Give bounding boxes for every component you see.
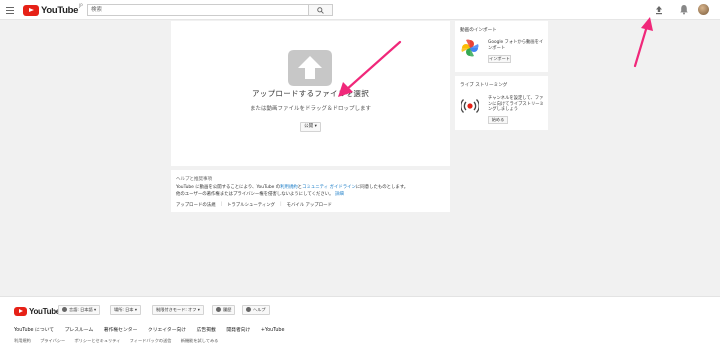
bell-icon[interactable] (679, 4, 689, 15)
help-text-2: に同意したものとします。 (355, 185, 409, 190)
import-button[interactable]: インポート (488, 55, 511, 63)
language-button[interactable]: 言語: 日本語 ▾ (58, 305, 101, 315)
footer-link-policy[interactable]: ポリシーとセキュリティ (75, 338, 121, 343)
language-label: 言語: 日本語 ▾ (69, 307, 97, 312)
youtube-logo[interactable]: YouTube JP (23, 3, 83, 16)
footer-link-advertise[interactable]: 広告掲載 (197, 328, 216, 333)
footer-primary-links: YouTube について プレスルーム 著作権センター クリエイター向け 広告掲… (14, 326, 293, 333)
learn-more-link[interactable]: 詳細 (335, 192, 344, 197)
help-button[interactable]: ヘルプ (242, 305, 270, 315)
footer-link-privacy[interactable]: プライバシー (40, 338, 65, 343)
upload-arrow-icon[interactable] (288, 50, 332, 86)
footer-secondary-links: 利用規約 プライバシー ポリシーとセキュリティ フィードバックの送信 新機能を試… (14, 338, 226, 344)
menu-icon[interactable] (6, 5, 14, 14)
help-links: アップロードの法規 | トラブルシューティング | モバイル アップロード (176, 202, 332, 208)
footer-link-about[interactable]: YouTube について (14, 328, 54, 333)
help-link-mobile-upload[interactable]: モバイル アップロード (287, 202, 332, 208)
privacy-dropdown[interactable]: 公開 ▾ (300, 122, 321, 132)
footer-youtube-logo[interactable]: YouTube (14, 306, 60, 316)
help-icon (246, 307, 251, 312)
annotation-arrow-center (338, 40, 402, 97)
help-link-troubleshooting[interactable]: トラブルシューティング (227, 202, 275, 208)
import-title: 動画のインポート (460, 28, 497, 33)
youtube-play-icon (23, 4, 39, 16)
footer-link-feedback[interactable]: フィードバックの送信 (130, 338, 172, 343)
help-text-3: 他のユーザーの著作権またはプライバシー権を侵害しないようにしてください。 (176, 191, 334, 197)
location-button[interactable]: 場所: 日本 ▾ (110, 305, 141, 315)
search-input[interactable]: 検索 (87, 4, 309, 16)
google-photos-icon (461, 39, 479, 57)
restricted-mode-label: 制限付きモード: オフ ▾ (156, 307, 200, 312)
live-streaming-description: チャンネルを設定して、ファンに向けてライブストリーミングしましょう (488, 96, 544, 112)
footer-link-developers[interactable]: 開発者向け (226, 328, 250, 333)
import-description: Google フォトから動画をインポート (488, 40, 544, 51)
footer-link-press[interactable]: プレスルーム (65, 328, 94, 333)
live-start-button[interactable]: 始める (488, 116, 508, 124)
help-link-upload-rules[interactable]: アップロードの法規 (176, 202, 216, 208)
history-button[interactable]: 履歴 (212, 305, 236, 315)
terms-link[interactable]: 利用規約 (280, 185, 298, 190)
help-title: ヘルプと推奨事項 (176, 177, 212, 182)
footer-link-new-features[interactable]: 新機能を試してみる (181, 338, 219, 343)
restricted-mode-button[interactable]: 制限付きモード: オフ ▾ (152, 305, 204, 315)
search-icon (317, 7, 324, 14)
footer-play-icon (14, 306, 27, 316)
annotation-arrow-upload (633, 17, 653, 68)
help-label: ヘルプ (253, 307, 266, 312)
footer-link-terms[interactable]: 利用規約 (14, 338, 31, 343)
logo-text: YouTube (41, 4, 79, 16)
footer-link-copyright[interactable]: 著作権センター (104, 328, 138, 333)
footer-link-plus-youtube[interactable]: +YouTube (261, 328, 285, 333)
language-icon (62, 307, 67, 312)
footer-link-creators[interactable]: クリエイター向け (148, 328, 186, 333)
location-label: 場所: 日本 ▾ (114, 307, 137, 312)
history-label: 履歴 (223, 307, 232, 312)
live-broadcast-icon (461, 99, 479, 113)
search-button[interactable] (309, 4, 333, 16)
help-text-1: YouTube に動画を公開することにより、YouTube の (176, 185, 281, 190)
select-file-title[interactable]: アップロードするファイルを選択 (171, 88, 450, 99)
live-streaming-title: ライブ ストリーミング (460, 83, 508, 88)
guidelines-link[interactable]: コミュニティ ガイドライン (302, 185, 356, 190)
help-text: YouTube に動画を公開することにより、YouTube の利用規約とコミュニ… (176, 185, 446, 198)
drag-drop-hint: または動画ファイルをドラッグ＆ドロップします (249, 106, 371, 112)
logo-region: JP (79, 3, 83, 8)
footer-logo-text: YouTube (29, 306, 60, 316)
history-icon (216, 307, 221, 312)
avatar[interactable] (698, 4, 709, 15)
